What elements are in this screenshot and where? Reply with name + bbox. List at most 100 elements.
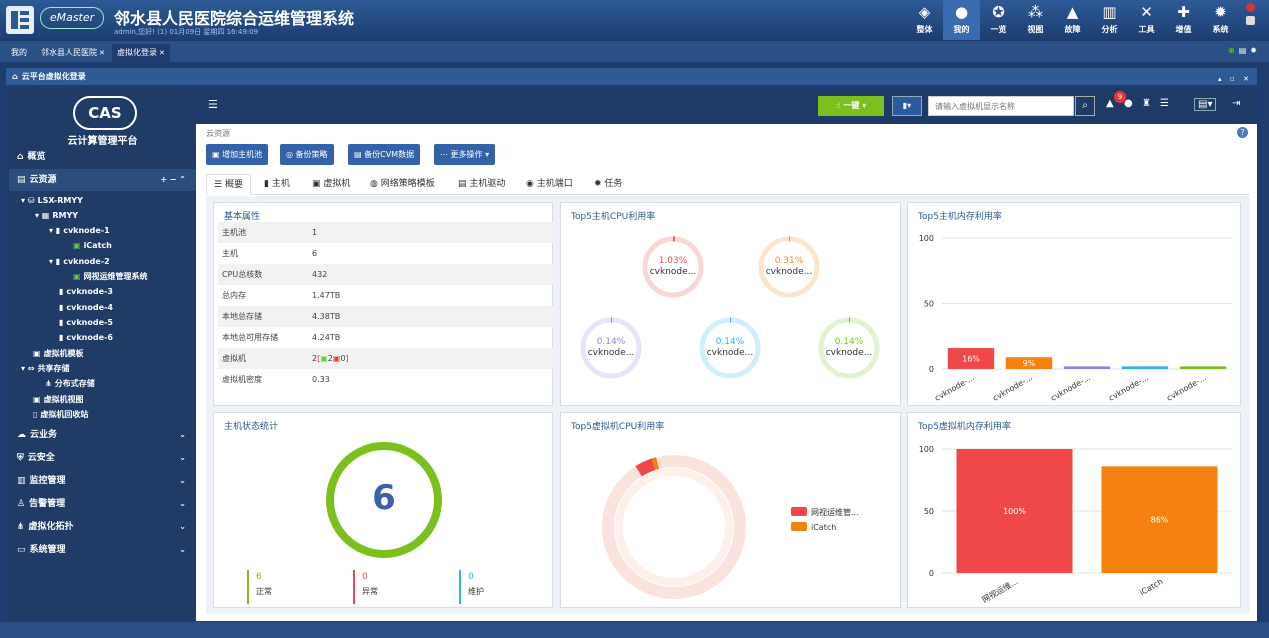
menu-overview[interactable]: ⌂ 概览 — [9, 146, 196, 168]
shield-icon: ⛨ — [17, 453, 24, 463]
backup-cvm-button[interactable]: ▤ 备份CVM数据 — [348, 144, 421, 165]
backup-policy-button[interactable]: ◎ 备份策略 — [280, 144, 334, 165]
tree-host[interactable]: ▾ ▮ cvknode-2 — [49, 255, 110, 269]
monitor-icon: ▥ — [17, 476, 26, 486]
tree-vm[interactable]: ▣ 网视运维管理系统 — [73, 270, 148, 284]
menu-topology[interactable]: ⋔ 虚拟化拓扑 ⌄ — [9, 516, 196, 538]
onekey-button[interactable]: ☝ 一键 ▾ — [818, 96, 884, 116]
host-status-card: 主机状态统计 6 6 正常 0 异常 0 维护 — [213, 412, 553, 608]
search-type-dropdown[interactable]: ▮▾ — [892, 96, 922, 116]
nav-tools[interactable]: ✕ 工具 — [1128, 0, 1165, 40]
menu-alarms[interactable]: ♙ 告警管理 ⌄ — [9, 493, 196, 515]
user-icon: ● — [954, 3, 969, 21]
close-icon[interactable]: ✕ — [99, 49, 105, 57]
nav-fault[interactable]: ▲ 故障 — [1054, 0, 1091, 40]
tab-hospital[interactable]: 邻水县人民医院 ✕ — [36, 44, 110, 62]
content-toolbar: ☰ ☝ 一键 ▾ ▮▾ ⌕ 9 ▲ ● ♜ ☰ ▤▾ ⇥ — [196, 88, 1257, 124]
download-icon[interactable] — [1246, 16, 1255, 25]
tab-vms[interactable]: ▣ 虚拟机 — [312, 174, 350, 195]
search-icon[interactable]: ⌕ — [1075, 96, 1095, 116]
cloud-icon: ☁ — [17, 430, 26, 440]
tab-summary[interactable]: ☰ 概要 — [206, 174, 251, 195]
tree-shared-storage[interactable]: ▾ ⇔ 共享存储 — [21, 362, 70, 376]
x-tick-label: iCatch — [1138, 577, 1164, 597]
nav-overall[interactable]: ◈ 整体 — [906, 0, 943, 40]
prop-row: 主机池 1 — [218, 222, 554, 243]
bar-value-label: 9% — [1023, 359, 1036, 368]
legend-swatch — [791, 507, 807, 516]
settings-icon[interactable]: ✹ — [1250, 46, 1261, 55]
tasks-icon: ✹ — [594, 179, 605, 189]
tree-host[interactable]: ▮ cvknode-6 — [59, 331, 113, 345]
gauge-label: cvknode... — [650, 267, 697, 277]
legend-swatch — [791, 522, 807, 531]
exit-icon[interactable]: ⇥ — [1232, 98, 1240, 109]
shirt-icon[interactable]: ♜ — [1142, 98, 1151, 109]
nav-view[interactable]: ⁂ 视图 — [1017, 0, 1054, 40]
menu-monitoring[interactable]: ▥ 监控管理 ⌄ — [9, 470, 196, 492]
tabs-list-icon[interactable]: ▤ — [1239, 46, 1251, 55]
menu-cloud-resources[interactable]: ▤ 云资源 + − ⌃ — [9, 169, 196, 191]
user-icon[interactable]: ● — [1124, 98, 1133, 109]
host-total: 6 — [372, 478, 396, 518]
host-cpu-card: Top5主机CPU利用率 1.03% cvknode... 0.31% cvknode… — [560, 202, 901, 406]
close-icon[interactable]: ✕ — [159, 49, 165, 57]
list-icon: ☰ — [214, 180, 225, 190]
gauge-percent: 1.03% — [659, 256, 688, 266]
tree-host[interactable]: ▮ cvknode-4 — [59, 301, 113, 315]
tab-host-ports[interactable]: ◉ 主机端口 — [526, 174, 573, 195]
tree-recycle-bin[interactable]: ▯ 虚拟机回收站 — [33, 408, 88, 422]
topology-icon: ⋔ — [17, 522, 25, 532]
nav-analysis[interactable]: ▥ 分析 — [1091, 0, 1128, 40]
menu-toggle-icon[interactable]: ☰ — [208, 98, 218, 111]
tree-cluster[interactable]: ▾ ⛁ LSX-RMYY — [21, 194, 83, 208]
nav-addon[interactable]: ✚ 增值 — [1165, 0, 1202, 40]
search-input[interactable] — [928, 96, 1074, 116]
bar-value-label: 100% — [1003, 507, 1026, 516]
layout-dropdown[interactable]: ▤▾ — [1194, 98, 1217, 111]
tab-host-drivers[interactable]: ▤ 主机驱动 — [458, 174, 505, 195]
network-icon: ⁂ — [1028, 3, 1043, 21]
list-icon[interactable]: ☰ — [1160, 98, 1169, 109]
more-actions-button[interactable]: ⋯ 更多操作 ▾ — [434, 144, 496, 165]
tabbar-controls[interactable]: ⊕▤✹ — [1228, 46, 1261, 55]
panel-controls[interactable]: ▴ ▫ ✕ — [1218, 71, 1252, 88]
tree-pool[interactable]: ▾ ▦ RMYY — [35, 209, 78, 223]
nav-system[interactable]: ✹ 系统 — [1202, 0, 1239, 40]
database-icon: ▤ — [354, 150, 365, 159]
tree-vm[interactable]: ▣ iCatch — [73, 239, 112, 253]
tree-host[interactable]: ▮ cvknode-5 — [59, 316, 113, 330]
chart-icon: ▥ — [1102, 3, 1117, 21]
gauge-label: cvknode... — [826, 348, 873, 358]
menu-system[interactable]: ▭ 系统管理 ⌄ — [9, 539, 196, 561]
tab-hosts[interactable]: ▮ 主机 — [264, 174, 290, 195]
menu-cloud-business[interactable]: ☁ 云业务 ⌄ — [9, 424, 196, 446]
tab-network-policy[interactable]: ◍ 网络策略模板 — [370, 174, 435, 195]
nav-overview[interactable]: ✪ 一览 — [980, 0, 1017, 40]
tree-distributed-storage[interactable]: ⋔ 分布式存储 — [45, 377, 95, 391]
host-memory-chart: 100 50 0 16% cvknode-... 9% cvknode-... cvknode… — [919, 234, 1232, 403]
warning-icon[interactable]: ▲ — [1106, 98, 1114, 109]
tree-vm-template[interactable]: ▣ 虚拟机模板 — [33, 347, 84, 361]
nav-mine[interactable]: ● 我的 — [943, 0, 980, 40]
menu-cloud-security[interactable]: ⛨ 云安全 ⌄ — [9, 447, 196, 469]
top-right-controls[interactable] — [1246, 3, 1260, 33]
tab-mine[interactable]: 我的 — [6, 44, 32, 62]
gauge-percent: 0.14% — [835, 337, 864, 347]
y-tick-label: 50 — [924, 300, 934, 309]
tab-virtualization[interactable]: 虚拟化登录 ✕ — [112, 44, 170, 62]
tree-host[interactable]: ▮ cvknode-3 — [59, 285, 113, 299]
sidebar: CAS 云计算管理平台 ⌂ 概览 ▤ 云资源 + − ⌃ ▾ ⛁ LSX-RMYY ▾ … — [9, 88, 196, 621]
add-host-pool-button[interactable]: ▣ 增加主机池 — [206, 144, 269, 165]
logout-icon[interactable] — [1246, 3, 1255, 12]
tree-host[interactable]: ▾ ▮ cvknode-1 — [49, 224, 110, 238]
top-bar: eMaster 邻水县人民医院综合运维管理系统 admin,您好! (1) 01… — [0, 0, 1269, 40]
server-icon: ▤ — [17, 175, 26, 185]
help-icon[interactable]: ? — [1237, 127, 1248, 138]
desktop-icon: ▭ — [17, 545, 26, 555]
tab-tasks[interactable]: ✹ 任务 — [594, 174, 622, 195]
add-icon: ▣ — [212, 150, 223, 159]
tree-vm-view[interactable]: ▣ 虚拟机视图 — [33, 393, 84, 407]
resource-controls[interactable]: + − ⌃ — [160, 169, 186, 191]
user-info: admin,您好! (1) 01月09日 星期四 16:49:09 — [114, 28, 259, 36]
